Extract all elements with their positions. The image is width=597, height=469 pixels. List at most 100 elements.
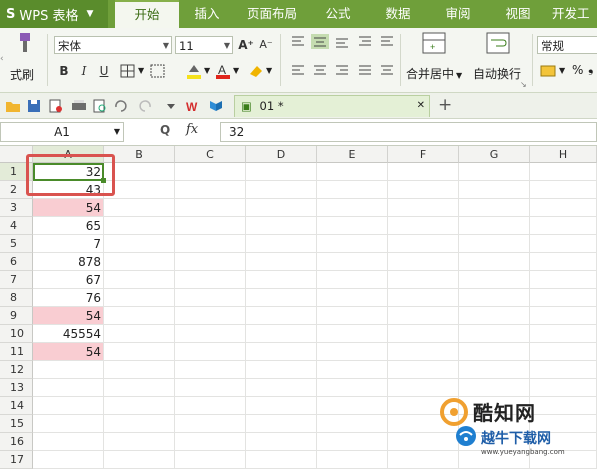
grid-cell[interactable] — [246, 415, 317, 433]
cell-style-icon[interactable] — [150, 64, 166, 78]
grid-cell[interactable] — [317, 289, 388, 307]
cell-a4[interactable]: 65 — [33, 217, 104, 235]
grid-cell[interactable] — [317, 379, 388, 397]
comma-button[interactable]: ❟ — [588, 60, 594, 76]
grid-cell[interactable] — [175, 325, 246, 343]
cell-a7[interactable]: 67 — [33, 271, 104, 289]
grid-cell[interactable] — [530, 181, 597, 199]
chevron-down-icon[interactable]: ▼ — [204, 66, 210, 75]
grid-cell[interactable] — [317, 397, 388, 415]
row-header[interactable]: 5 — [0, 235, 33, 253]
cell-a11[interactable]: 54 — [33, 343, 104, 361]
grid-cell[interactable] — [530, 199, 597, 217]
row-header[interactable]: 7 — [0, 271, 33, 289]
row-header[interactable]: 9 — [0, 307, 33, 325]
grid-cell[interactable] — [317, 433, 388, 451]
grid-cell[interactable] — [175, 253, 246, 271]
tab-home[interactable]: 开始 — [115, 0, 179, 28]
tab-view[interactable]: 视图 — [493, 0, 543, 28]
grid-cell[interactable] — [317, 163, 388, 181]
grid-cell[interactable] — [175, 415, 246, 433]
wrap-text-button[interactable]: 自动换行 — [473, 65, 521, 82]
font-color-icon[interactable]: A — [214, 62, 232, 80]
row-header[interactable]: 8 — [0, 289, 33, 307]
cell-a9[interactable]: 54 — [33, 307, 104, 325]
grid-cell[interactable] — [246, 307, 317, 325]
grid-cell[interactable] — [104, 415, 175, 433]
grid-cell[interactable] — [459, 253, 530, 271]
grid-cell[interactable] — [317, 181, 388, 199]
grid-cell[interactable] — [104, 289, 175, 307]
row-header[interactable]: 3 — [0, 199, 33, 217]
percent-button[interactable]: % — [572, 63, 583, 77]
grid-cell[interactable] — [459, 325, 530, 343]
grid-cell[interactable] — [317, 235, 388, 253]
grid-cell[interactable] — [104, 451, 175, 469]
row-header[interactable]: 12 — [0, 361, 33, 379]
new-tab-button[interactable]: + — [438, 95, 452, 115]
grid-cell[interactable] — [459, 235, 530, 253]
tab-developer[interactable]: 开发工 — [552, 0, 597, 28]
column-header[interactable]: H — [530, 146, 597, 163]
column-header[interactable]: F — [388, 146, 459, 163]
grid-cell[interactable] — [459, 163, 530, 181]
grid-cell[interactable] — [388, 253, 459, 271]
tab-formulas[interactable]: 公式 — [313, 0, 363, 28]
grid-cell[interactable] — [459, 181, 530, 199]
grid-cell[interactable] — [530, 253, 597, 271]
cell-a16[interactable] — [33, 433, 104, 451]
grid-cell[interactable] — [246, 451, 317, 469]
grid-cell[interactable] — [246, 163, 317, 181]
fx-icon[interactable]: fx — [186, 122, 198, 137]
grid-cell[interactable] — [104, 361, 175, 379]
grid-cell[interactable] — [317, 199, 388, 217]
grid-cell[interactable] — [175, 289, 246, 307]
grid-cell[interactable] — [317, 217, 388, 235]
grid-cell[interactable] — [104, 343, 175, 361]
grid-cell[interactable] — [459, 343, 530, 361]
grid-cell[interactable] — [175, 397, 246, 415]
grid-cell[interactable] — [388, 199, 459, 217]
grid-cell[interactable] — [175, 181, 246, 199]
wrap-text-icon[interactable] — [486, 32, 510, 54]
grid-cell[interactable] — [317, 307, 388, 325]
grid-cell[interactable] — [246, 361, 317, 379]
grid-cell[interactable] — [317, 271, 388, 289]
bold-button[interactable]: B — [55, 62, 73, 80]
column-header[interactable]: G — [459, 146, 530, 163]
column-header[interactable]: E — [317, 146, 388, 163]
grid-cell[interactable] — [530, 343, 597, 361]
tab-page-layout[interactable]: 页面布局 — [240, 0, 304, 28]
dialog-launcher-icon[interactable]: ↘ — [520, 80, 527, 89]
grid-cell[interactable] — [530, 307, 597, 325]
grid-cell[interactable] — [388, 289, 459, 307]
grid-cell[interactable] — [388, 163, 459, 181]
ribbon-scroll-left-icon[interactable]: ‹ — [0, 54, 4, 64]
grid-cell[interactable] — [459, 217, 530, 235]
font-name-select[interactable]: 宋体 ▼ — [54, 36, 172, 54]
grid-cell[interactable] — [246, 397, 317, 415]
grid-cell[interactable] — [246, 235, 317, 253]
grid-cell[interactable] — [175, 361, 246, 379]
grid-cell[interactable] — [246, 199, 317, 217]
horizontal-alignment-icons[interactable] — [289, 64, 399, 78]
grid-cell[interactable] — [104, 235, 175, 253]
tab-data[interactable]: 数据 — [373, 0, 423, 28]
grid-cell[interactable] — [104, 307, 175, 325]
cell-a5[interactable]: 7 — [33, 235, 104, 253]
grid-cell[interactable] — [104, 379, 175, 397]
font-size-select[interactable]: 11 ▼ — [175, 36, 233, 54]
row-header[interactable]: 13 — [0, 379, 33, 397]
row-header[interactable]: 14 — [0, 397, 33, 415]
grid-cell[interactable] — [104, 199, 175, 217]
grid-cell[interactable] — [175, 379, 246, 397]
cell-a6[interactable]: 878 — [33, 253, 104, 271]
grid-cell[interactable] — [459, 271, 530, 289]
chevron-down-icon[interactable]: ▼ — [266, 66, 272, 75]
chevron-down-icon[interactable]: ▼ — [233, 66, 239, 75]
clear-format-icon[interactable] — [247, 62, 265, 80]
close-tab-icon[interactable]: ✕ — [417, 96, 425, 116]
grid-cell[interactable] — [246, 325, 317, 343]
cell-a8[interactable]: 76 — [33, 289, 104, 307]
underline-button[interactable]: U — [95, 62, 113, 80]
